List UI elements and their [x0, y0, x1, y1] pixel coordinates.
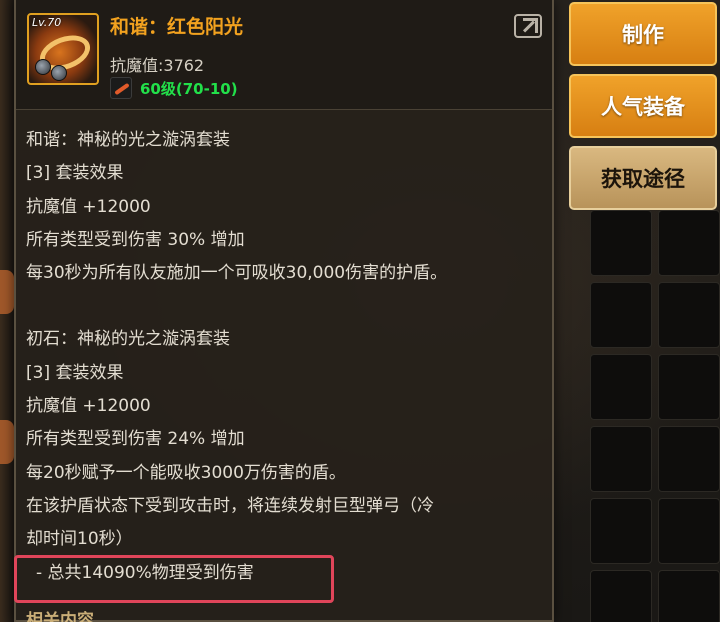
background-item-fragment [0, 270, 14, 314]
background-item-fragment [0, 420, 14, 464]
set-effect-line: 抗魔值 +12000 [26, 196, 151, 217]
class-weapon-icon [110, 77, 132, 99]
item-level-row: 60级(70-10) [110, 77, 238, 99]
inventory-slot [590, 282, 652, 348]
tooltip-description: 和谐：神秘的光之漩涡套装 [3] 套装效果 抗魔值 +12000 所有类型受到伤… [26, 124, 546, 590]
set-effect-line: 所有类型受到伤害 24% 增加 [26, 429, 245, 450]
inventory-slot [590, 498, 652, 564]
highlight-annotation-box [14, 555, 334, 603]
gem-icon [35, 59, 51, 75]
inventory-slot [658, 210, 720, 276]
related-content-label: 相关内容 [26, 611, 94, 622]
popular-gear-button[interactable]: 人气装备 [569, 74, 717, 138]
item-tooltip: Lv.70 和谐：红色阳光 抗魔值:3762 60级(70-10) 和谐：神秘的… [14, 0, 554, 622]
set-effect-header: [3] 套装效果 [26, 362, 124, 383]
set-effect-line: 抗魔值 +12000 [26, 396, 151, 417]
inventory-slot [590, 354, 652, 420]
item-stat: 抗魔值:3762 [110, 56, 205, 75]
craft-button[interactable]: 制作 [569, 2, 717, 66]
background-inventory-slots [590, 210, 720, 622]
inventory-slot [590, 210, 652, 276]
item-name: 和谐：红色阳光 [110, 16, 244, 38]
inventory-slot [658, 498, 720, 564]
item-ring-icon[interactable]: Lv.70 [27, 13, 99, 85]
inventory-slot [658, 282, 720, 348]
inventory-slot [590, 426, 652, 492]
tooltip-header: Lv.70 和谐：红色阳光 抗魔值:3762 60级(70-10) [16, 0, 552, 110]
inventory-slot [658, 354, 720, 420]
background-left-edge [0, 0, 14, 622]
set-title: 和谐：神秘的光之漩涡套装 [26, 130, 230, 150]
set-effect-line: 每20秒赋予一个能吸收3000万伤害的盾。 [26, 462, 346, 483]
set-effect-line: 所有类型受到伤害 30% 增加 [26, 229, 245, 250]
item-level-text: 60级(70-10) [140, 79, 238, 98]
inventory-slot [658, 426, 720, 492]
set-title: 初石：神秘的光之漩涡套装 [26, 329, 230, 350]
set-effect-line: 在该护盾状态下受到攻击时，将连续发射巨型弹弓（冷 [26, 495, 434, 516]
inventory-slot [590, 570, 652, 622]
gem-icon [51, 65, 67, 81]
item-level-badge: Lv.70 [32, 16, 62, 29]
set-effect-line: 每30秒为所有队友施加一个可吸收30,000伤害的护盾。 [26, 263, 448, 284]
share-icon[interactable] [514, 14, 542, 38]
inventory-slot [658, 570, 720, 622]
set-effect-line: 却时间10秒） [26, 529, 133, 550]
obtain-method-button[interactable]: 获取途径 [569, 146, 717, 210]
set-effect-header: [3] 套装效果 [26, 163, 124, 184]
